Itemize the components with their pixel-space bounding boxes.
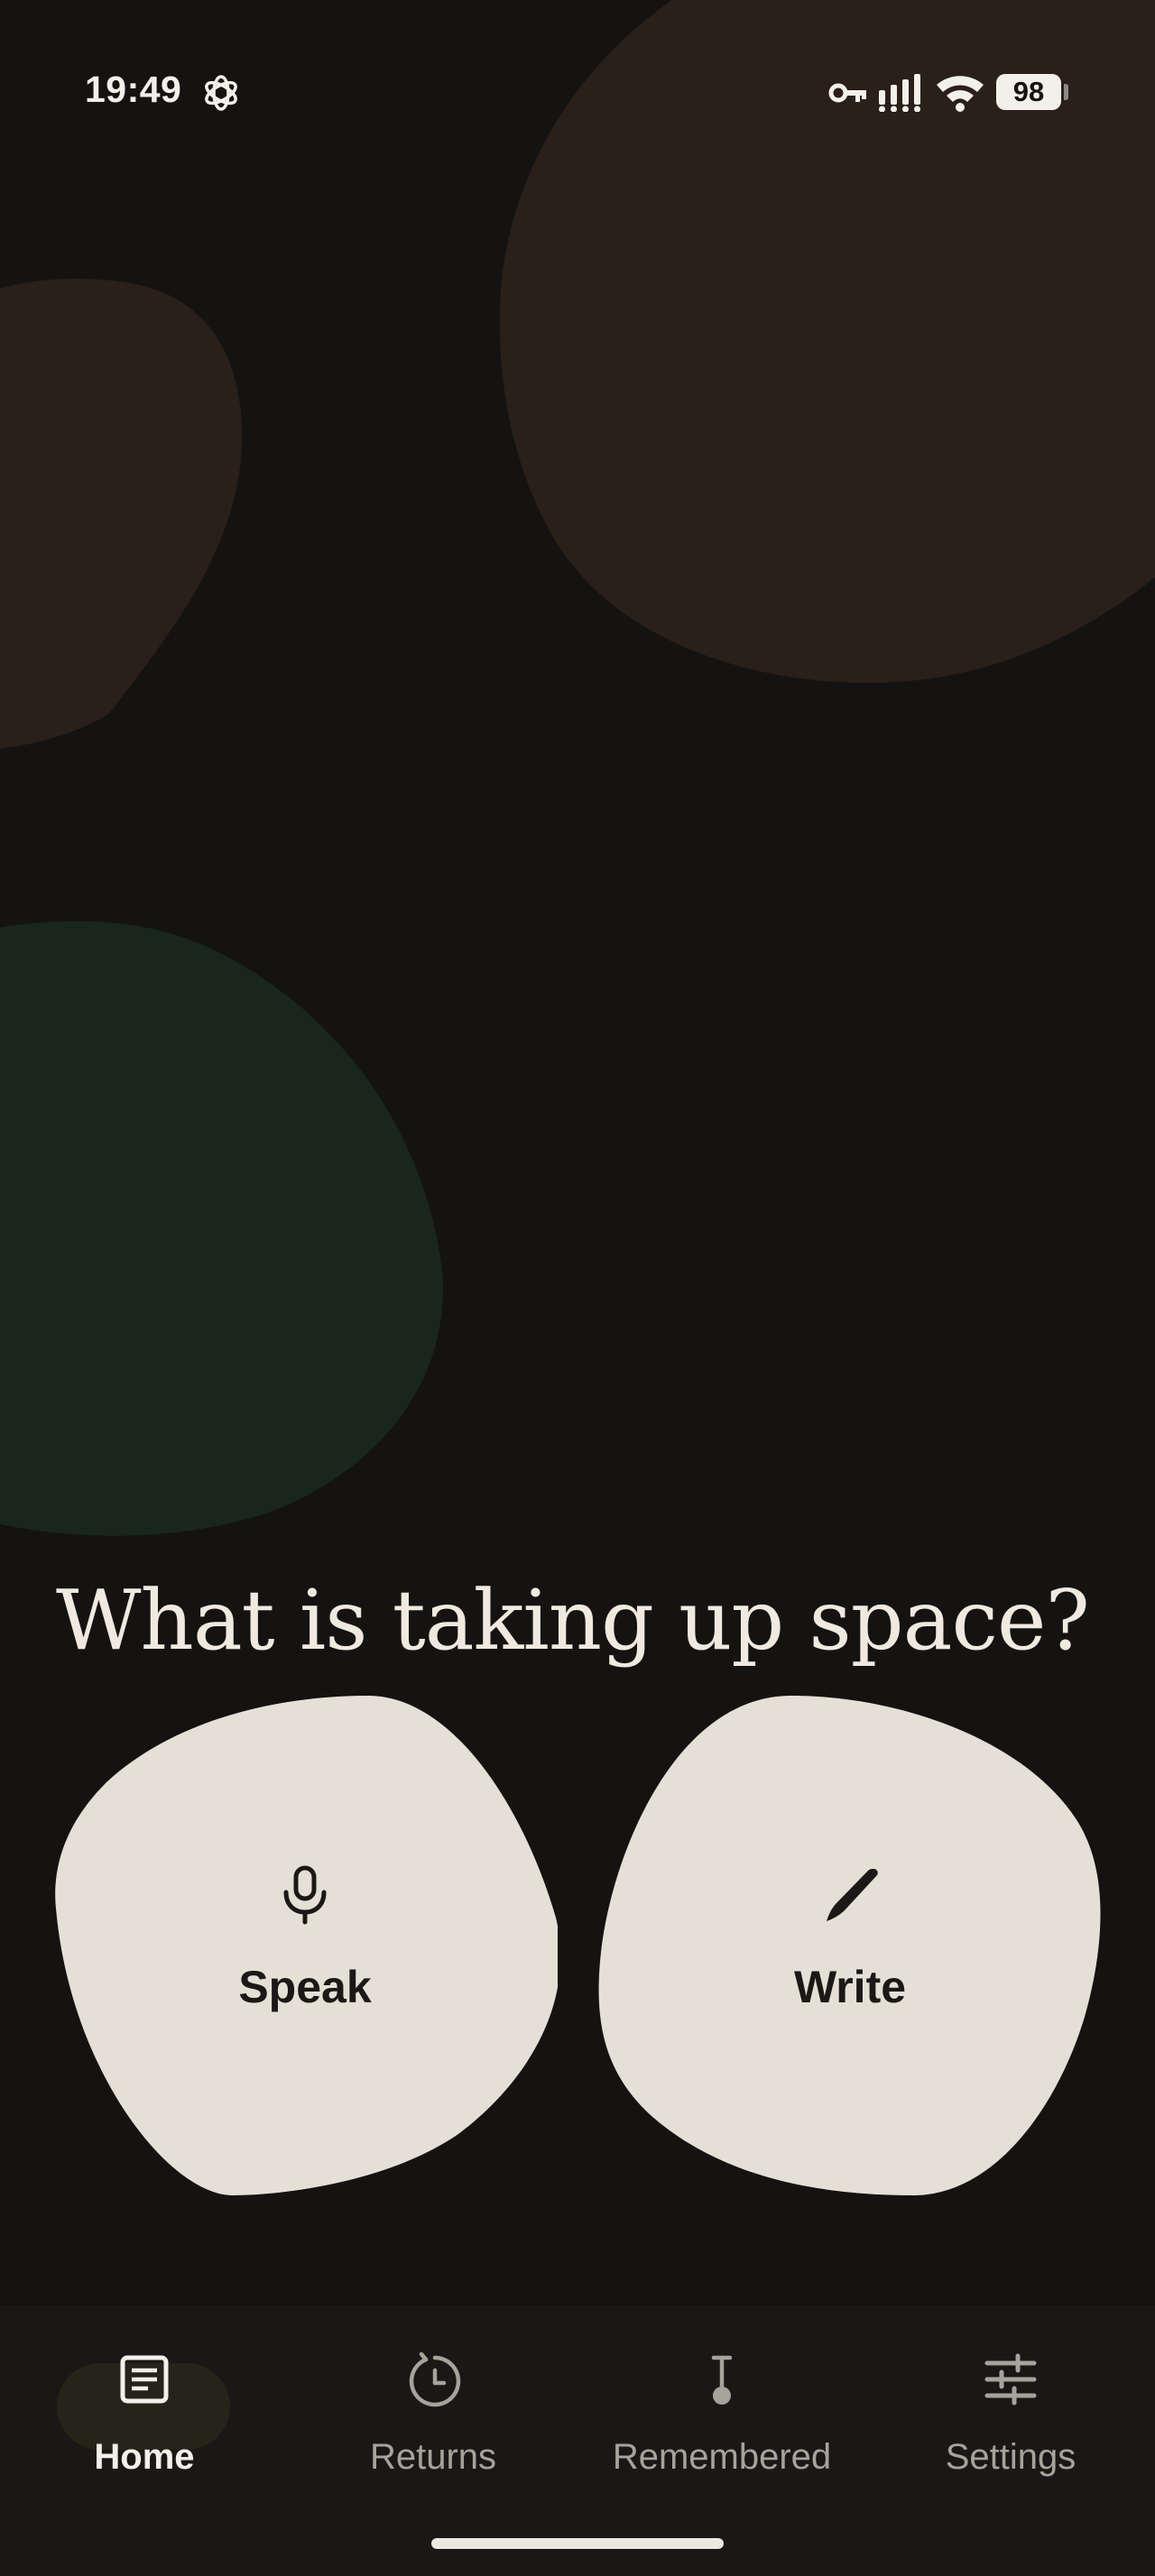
speak-button[interactable]: Speak: [52, 1692, 558, 2197]
status-bar: 19:49 98: [0, 0, 1155, 180]
pin-icon: [711, 2355, 733, 2405]
decorative-blob-brown-small: [0, 278, 243, 749]
page-headline: What is taking up space?: [56, 1571, 1090, 1669]
decorative-blob-green: [0, 921, 443, 1536]
write-label: Write: [793, 1962, 907, 2012]
nav-item-settings[interactable]: Settings: [866, 2305, 1155, 2504]
openai-icon: [205, 75, 237, 111]
home-indicator[interactable]: [431, 2538, 724, 2549]
speak-label: Speak: [238, 1962, 372, 2012]
nav-item-remembered[interactable]: Remembered: [578, 2305, 866, 2504]
nav-label-returns: Returns: [369, 2437, 497, 2477]
wifi-icon: [937, 76, 984, 112]
pen-icon: [827, 1869, 878, 1921]
write-button[interactable]: Write: [597, 1692, 1103, 2197]
battery-tip: [1064, 84, 1068, 100]
journal-icon: [120, 2355, 169, 2404]
write-button-shape: [598, 1696, 1101, 2195]
bottom-navigation: Home Returns Remembered Settings: [0, 2305, 1155, 2576]
nav-label-home: Home: [94, 2437, 195, 2477]
nav-label-remembered: Remembered: [612, 2437, 832, 2477]
battery-icon: 98: [996, 74, 1061, 110]
history-clock-icon: [409, 2352, 461, 2407]
signal-icon: [879, 74, 920, 112]
status-time: 19:49: [85, 69, 182, 110]
sliders-icon: [984, 2353, 1037, 2406]
microphone-icon: [283, 1865, 327, 1925]
nav-item-home[interactable]: Home: [0, 2305, 289, 2504]
nav-item-returns[interactable]: Returns: [289, 2305, 578, 2504]
nav-label-settings: Settings: [945, 2437, 1076, 2477]
speak-button-shape: [55, 1696, 558, 2195]
battery-level: 98: [1012, 76, 1045, 107]
vpn-key-icon: [828, 83, 866, 103]
